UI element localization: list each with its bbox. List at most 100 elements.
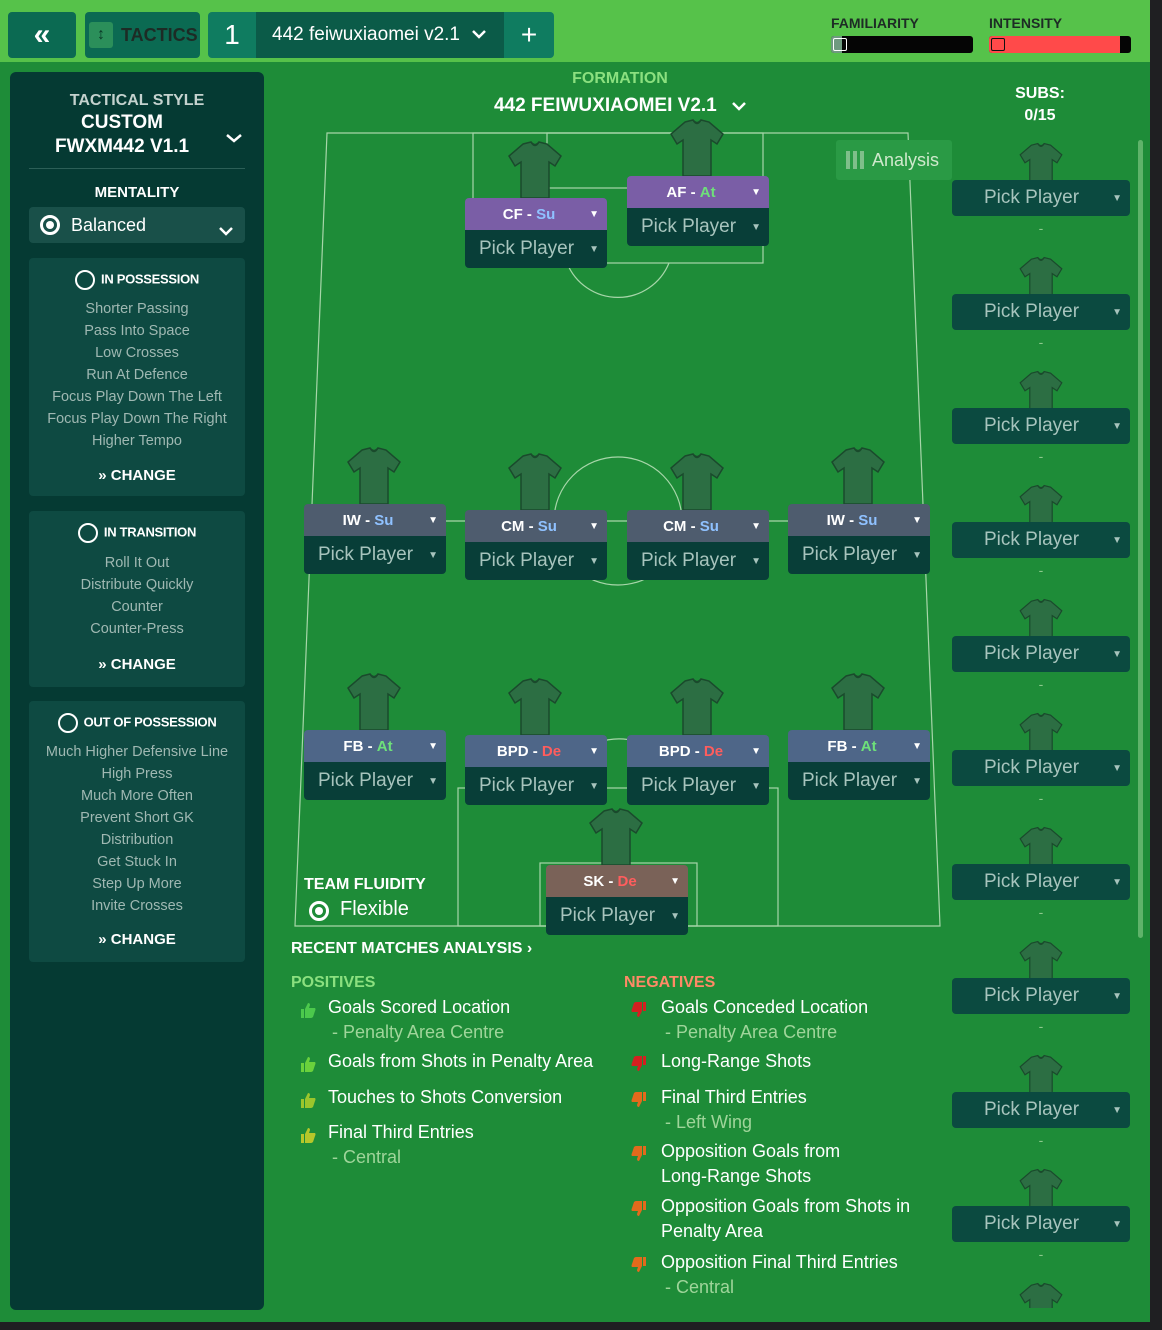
negative-detail: Long-Range Shots [661, 1166, 812, 1186]
tactical-style-value-1[interactable]: CUSTOM [10, 112, 234, 134]
pick-player-dropdown[interactable]: Pick Player ▼ [952, 864, 1130, 900]
pick-player-dropdown[interactable]: Pick Player ▼ [952, 408, 1130, 444]
thumbs-down-icon [630, 1145, 648, 1163]
duty-name: Su [537, 517, 557, 535]
out-of-possession-change-button[interactable]: » CHANGE [29, 931, 245, 948]
positive-text: Goals Scored Location [328, 997, 511, 1017]
pick-player-dropdown[interactable]: Pick Player ▼ [465, 767, 607, 805]
chevron-down-icon [219, 220, 233, 241]
tactical-style-value-2[interactable]: FWXM442 V1.1 [10, 136, 234, 158]
chevron-down-icon [472, 26, 486, 42]
role-dropdown[interactable]: FB - At ▼ [788, 730, 930, 762]
shirt-icon [505, 140, 565, 200]
in-transition-card: IN TRANSITION Roll It Out Distribute Qui… [29, 511, 245, 687]
pick-player-dropdown[interactable]: Pick Player ▼ [465, 230, 607, 268]
pick-player-label: Pick Player [984, 187, 1080, 208]
tactics-label: TACTICS [121, 24, 198, 45]
pick-player-dropdown[interactable]: Pick Player ▼ [788, 536, 930, 574]
role-dropdown[interactable]: FB - At ▼ [304, 730, 446, 762]
role-dropdown[interactable]: IW - Su ▼ [788, 504, 930, 536]
team-fluidity-value: Flexible [340, 898, 409, 920]
in-transition-change-button[interactable]: » CHANGE [29, 656, 245, 673]
duty-name: At [860, 737, 877, 755]
sub-placeholder: - [1038, 1132, 1044, 1148]
pick-player-dropdown[interactable]: Pick Player ▼ [546, 897, 688, 935]
pick-player-label: Pick Player [984, 1099, 1080, 1120]
recent-matches-link[interactable]: RECENT MATCHES ANALYSIS › [291, 940, 532, 958]
instruction-item: Distribute Quickly [80, 577, 194, 593]
pick-player-dropdown[interactable]: Pick Player ▼ [627, 208, 769, 246]
formation-name: 442 FEIWUXIAOMEI V2.1 [493, 95, 717, 116]
pick-player-dropdown[interactable]: Pick Player ▼ [952, 1206, 1130, 1242]
triangle-down-icon: ▼ [1112, 192, 1122, 204]
tactic-slot-number: 1 [224, 19, 240, 50]
thumbs-up-icon [299, 1091, 317, 1109]
pick-player-dropdown[interactable]: Pick Player ▼ [952, 636, 1130, 672]
role-dropdown[interactable]: BPD - De ▼ [627, 735, 769, 767]
sub-placeholder: - [1038, 676, 1044, 692]
pick-player-dropdown[interactable]: Pick Player ▼ [952, 294, 1130, 330]
mentality-dropdown[interactable]: Balanced [29, 207, 245, 243]
instruction-item: Higher Tempo [91, 433, 182, 449]
in-possession-change-button[interactable]: » CHANGE [29, 467, 245, 484]
analysis-button[interactable]: Analysis [836, 140, 952, 180]
pick-player-label: Pick Player [984, 529, 1080, 550]
instruction-item: Invite Crosses [91, 898, 183, 914]
tactics-tab[interactable]: ↕ TACTICS [85, 12, 200, 58]
sub-placeholder: - [1038, 220, 1044, 236]
in-possession-title: IN POSSESSION [101, 271, 199, 287]
intensity-meter[interactable] [989, 36, 1131, 53]
subs-scrollbar[interactable] [1138, 140, 1143, 938]
pick-player-label: Pick Player [479, 775, 575, 796]
pick-player-dropdown[interactable]: Pick Player ▼ [952, 978, 1130, 1014]
triangle-down-icon: ▼ [1112, 1218, 1122, 1230]
familiarity-icon [833, 38, 847, 51]
thumbs-down-icon [630, 1091, 648, 1109]
negative-text: Goals Conceded Location [661, 997, 869, 1017]
analysis-label: Analysis [872, 149, 940, 170]
style-chevron-down-icon[interactable] [226, 130, 242, 148]
in-possession-header: IN POSSESSION [29, 270, 245, 290]
role-dropdown[interactable]: CM - Su ▼ [465, 510, 607, 542]
pick-player-dropdown[interactable]: Pick Player ▼ [627, 767, 769, 805]
triangle-down-icon: ▼ [589, 555, 599, 567]
tactic-slot-button[interactable]: 1 [208, 12, 256, 58]
role-dropdown[interactable]: CM - Su ▼ [627, 510, 769, 542]
instruction-item: Much Higher Defensive Line [45, 744, 229, 760]
back-button[interactable]: « [8, 12, 76, 58]
role-dropdown[interactable]: IW - Su ▼ [304, 504, 446, 536]
add-tactic-button[interactable]: + [504, 12, 554, 58]
instruction-item: Focus Play Down The Left [52, 389, 222, 405]
pick-player-dropdown[interactable]: Pick Player ▼ [788, 762, 930, 800]
role-dropdown[interactable]: AF - At ▼ [627, 176, 769, 208]
out-of-possession-header: OUT OF POSSESSION [29, 713, 245, 733]
pick-player-dropdown[interactable]: Pick Player ▼ [952, 750, 1130, 786]
triangle-down-icon: ▼ [912, 775, 922, 787]
positive-text: Final Third Entries [328, 1122, 474, 1142]
instruction-item: Pass Into Space [84, 323, 190, 339]
familiarity-meter[interactable] [831, 36, 973, 53]
thumbs-up-icon [299, 1126, 317, 1144]
duty-name: Su [374, 511, 394, 529]
instruction-item: High Press [101, 766, 173, 782]
pick-player-dropdown[interactable]: Pick Player ▼ [952, 1092, 1130, 1128]
change-label: CHANGE [110, 467, 176, 484]
shield-icon [57, 713, 78, 733]
tactics-screen: « ↕ TACTICS 1 442 feiwuxiaomei v2.1 + FA… [0, 0, 1150, 1322]
triangle-down-icon: ▼ [589, 520, 599, 532]
shirt-icon [1016, 1282, 1066, 1308]
pick-player-dropdown[interactable]: Pick Player ▼ [465, 542, 607, 580]
pick-player-dropdown[interactable]: Pick Player ▼ [304, 536, 446, 574]
thumbs-down-icon [630, 1055, 648, 1073]
role-dropdown[interactable]: SK - De ▼ [546, 865, 688, 897]
pick-player-dropdown[interactable]: Pick Player ▼ [304, 762, 446, 800]
tactic-name-dropdown[interactable]: 442 feiwuxiaomei v2.1 [256, 12, 504, 58]
pick-player-dropdown[interactable]: Pick Player ▼ [952, 180, 1130, 216]
formation-dropdown[interactable]: 442 FEIWUXIAOMEI V2.1 [470, 95, 770, 117]
pick-player-dropdown[interactable]: Pick Player ▼ [627, 542, 769, 580]
pick-player-dropdown[interactable]: Pick Player ▼ [952, 522, 1130, 558]
duty-name: At [699, 183, 716, 201]
negative-text: Opposition Goals from [661, 1141, 841, 1161]
role-dropdown[interactable]: CF - Su ▼ [465, 198, 607, 230]
role-dropdown[interactable]: BPD - De ▼ [465, 735, 607, 767]
